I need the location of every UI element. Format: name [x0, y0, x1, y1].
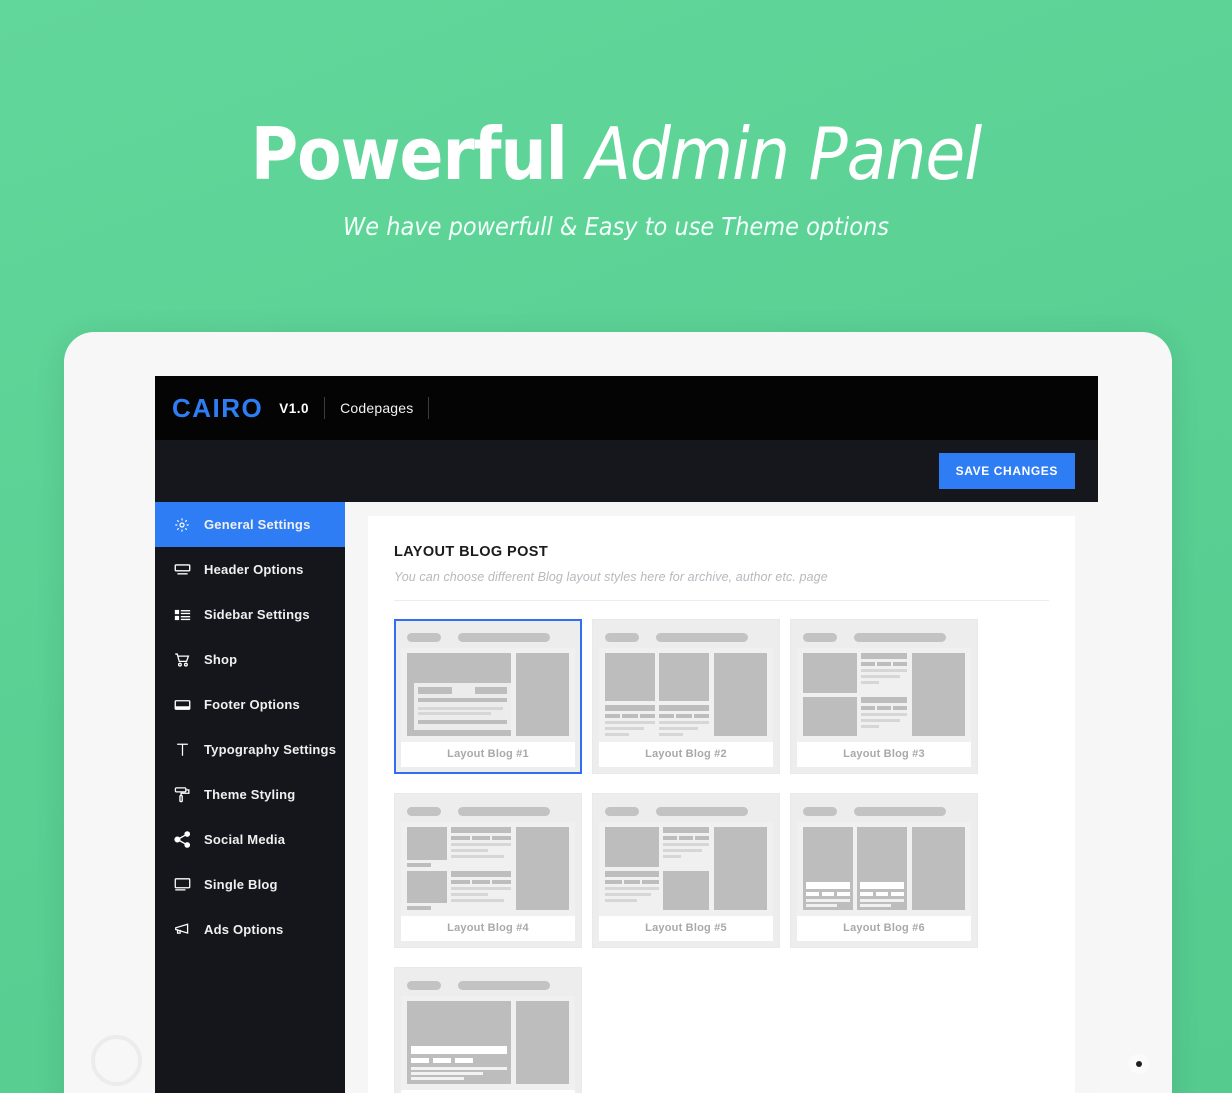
layout-caption: Layout Blog #4	[401, 916, 575, 941]
page-title-italic: Admin Panel	[586, 112, 982, 196]
layout-preview-5	[599, 800, 773, 916]
sidebar-item-social-media[interactable]: Social Media	[155, 817, 345, 862]
sidebar-item-footer-options[interactable]: Footer Options	[155, 682, 345, 727]
home-button[interactable]	[91, 1035, 142, 1086]
sidebar-item-label: Shop	[204, 652, 238, 667]
version-label: V1.0	[279, 400, 310, 416]
panel-title: LAYOUT BLOG POST	[394, 544, 549, 560]
layout-preview-2	[599, 626, 773, 742]
layout-preview-6	[797, 800, 971, 916]
page-title: Powerful Admin Panel	[0, 118, 1232, 190]
settings-card: LAYOUT BLOG POST You can choose differen…	[368, 516, 1075, 1093]
layout-caption: Layout Blog #6	[797, 916, 971, 941]
page-title-bold: Powerful	[250, 112, 568, 196]
save-changes-button[interactable]: SAVE CHANGES	[938, 453, 1075, 489]
layout-option-3[interactable]: Layout Blog #3	[790, 619, 978, 774]
tablet-device-frame: CAIRO V1.0 Codepages SAVE CHANGES Genera…	[64, 332, 1172, 1093]
sidebar-item-label: General Settings	[204, 517, 311, 532]
layout-caption: Layout Blog #2	[599, 742, 773, 767]
megaphone-icon	[173, 921, 191, 939]
app-body: General Settings Header Options Sidebar …	[155, 502, 1098, 1093]
sidebar-icon	[173, 606, 191, 624]
layout-option-7[interactable]: Layout Blog #7	[394, 967, 582, 1093]
sidebar-item-label: Sidebar Settings	[204, 607, 310, 622]
codepages-link[interactable]: Codepages	[340, 400, 413, 416]
paint-roller-icon	[173, 786, 191, 804]
sidebar-item-label: Ads Options	[204, 922, 284, 937]
hero-section: Powerful Admin Panel We have powerfull &…	[0, 0, 1232, 241]
sidebar-item-header-options[interactable]: Header Options	[155, 547, 345, 592]
layout-option-2[interactable]: Layout Blog #2	[592, 619, 780, 774]
sidebar-item-shop[interactable]: Shop	[155, 637, 345, 682]
sidebar-nav: General Settings Header Options Sidebar …	[155, 502, 345, 1093]
app-topbar: CAIRO V1.0 Codepages	[155, 376, 1098, 440]
layout-preview-1	[401, 626, 575, 742]
footer-icon	[173, 696, 191, 714]
layout-option-5[interactable]: Layout Blog #5	[592, 793, 780, 948]
sidebar-item-ads-options[interactable]: Ads Options	[155, 907, 345, 952]
sidebar-item-label: Social Media	[204, 832, 286, 847]
tablet-screen: CAIRO V1.0 Codepages SAVE CHANGES Genera…	[155, 376, 1098, 1093]
brand-logo: CAIRO	[172, 392, 264, 423]
sidebar-item-general-settings[interactable]: General Settings	[155, 502, 345, 547]
divider	[394, 600, 1049, 601]
type-icon	[173, 741, 191, 759]
layout-preview-7	[401, 974, 575, 1090]
action-toolbar: SAVE CHANGES	[155, 440, 1098, 502]
layout-caption: Layout Blog #3	[797, 742, 971, 767]
layout-caption: Layout Blog #5	[599, 916, 773, 941]
layout-option-6[interactable]: Layout Blog #6	[790, 793, 978, 948]
sidebar-item-label: Header Options	[204, 562, 304, 577]
gear-icon	[173, 516, 191, 534]
sidebar-item-label: Theme Styling	[204, 787, 296, 802]
layout-option-4[interactable]: Layout Blog #4	[394, 793, 582, 948]
sidebar-item-label: Typography Settings	[204, 742, 337, 757]
sidebar-item-typography-settings[interactable]: Typography Settings	[155, 727, 345, 772]
panel-description: You can choose different Blog layout sty…	[394, 570, 828, 584]
sidebar-item-sidebar-settings[interactable]: Sidebar Settings	[155, 592, 345, 637]
divider	[428, 397, 430, 419]
page-subtitle: We have powerfull & Easy to use Theme op…	[343, 212, 889, 241]
content-area: LAYOUT BLOG POST You can choose differen…	[345, 502, 1098, 1093]
layout-preview-3	[797, 626, 971, 742]
camera-icon	[1129, 1054, 1149, 1074]
layout-options-grid: Layout Blog #1 Layout Blog #2 Layout Blo…	[394, 619, 1049, 1093]
sidebar-item-label: Single Blog	[204, 877, 278, 892]
sidebar-item-label: Footer Options	[204, 697, 300, 712]
monitor-icon	[173, 876, 191, 894]
layout-option-1[interactable]: Layout Blog #1	[394, 619, 582, 774]
divider	[324, 397, 326, 419]
header-icon	[173, 561, 191, 579]
sidebar-item-single-blog[interactable]: Single Blog	[155, 862, 345, 907]
sidebar-item-theme-styling[interactable]: Theme Styling	[155, 772, 345, 817]
share-icon	[173, 831, 191, 849]
cart-icon	[173, 651, 191, 669]
layout-preview-4	[401, 800, 575, 916]
layout-caption: Layout Blog #1	[401, 742, 575, 767]
